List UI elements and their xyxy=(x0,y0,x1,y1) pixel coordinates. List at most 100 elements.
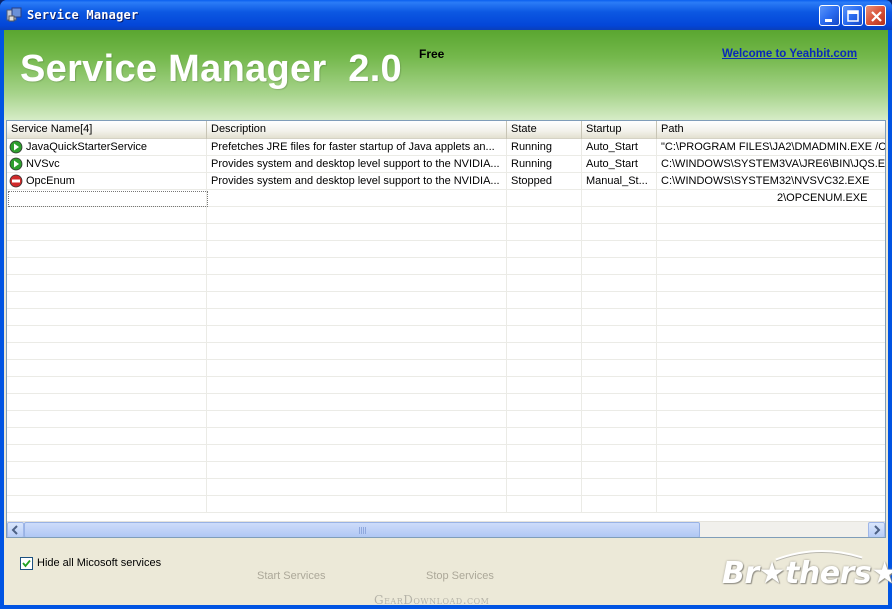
cell-state xyxy=(507,360,582,377)
cell-startup xyxy=(582,190,657,207)
cell-state xyxy=(507,411,582,428)
cell-state: Running xyxy=(507,139,582,156)
cell-startup xyxy=(582,241,657,258)
scroll-grip-icon xyxy=(359,527,367,534)
cell-description xyxy=(207,190,507,207)
cell-description: Provides system and desktop level suppor… xyxy=(207,156,507,173)
cell-description xyxy=(207,377,507,394)
table-row[interactable] xyxy=(7,462,885,479)
cell-startup xyxy=(582,479,657,496)
cell-startup: Auto_Start xyxy=(582,156,657,173)
app-window: Service Manager Service Manager 2.0 Free… xyxy=(0,0,892,609)
cell-path xyxy=(657,462,885,479)
cell-startup xyxy=(582,394,657,411)
cell-state xyxy=(507,258,582,275)
table-row[interactable] xyxy=(7,207,885,224)
table-row[interactable] xyxy=(7,275,885,292)
table-row[interactable] xyxy=(7,377,885,394)
minimize-button[interactable] xyxy=(819,5,840,26)
cell-service-name xyxy=(7,275,207,292)
cell-description xyxy=(207,428,507,445)
checkmark-icon xyxy=(22,559,31,568)
cell-state xyxy=(507,309,582,326)
cell-startup xyxy=(582,258,657,275)
cell-service-name xyxy=(7,224,207,241)
table-row[interactable] xyxy=(7,428,885,445)
table-row[interactable] xyxy=(7,496,885,513)
horizontal-scrollbar[interactable] xyxy=(7,521,885,537)
cell-description xyxy=(207,479,507,496)
cell-startup xyxy=(582,343,657,360)
table-row[interactable] xyxy=(7,292,885,309)
cell-startup xyxy=(582,411,657,428)
list-header: Service Name[4] Description State Startu… xyxy=(7,121,885,139)
start-services-button[interactable]: Start Services xyxy=(257,570,325,582)
cell-state: Stopped xyxy=(507,173,582,190)
table-row[interactable] xyxy=(7,258,885,275)
cell-state-text: Running xyxy=(511,158,552,170)
column-header-path[interactable]: Path xyxy=(657,121,885,139)
hide-microsoft-services-checkbox[interactable] xyxy=(20,557,33,570)
table-row[interactable]: JavaQuickStarterService Prefetches JRE fi… xyxy=(7,139,885,156)
scroll-thumb[interactable] xyxy=(24,522,700,537)
column-header-state[interactable]: State xyxy=(507,121,582,139)
client-area: Service Manager 2.0 Free Welcome to Yeah… xyxy=(4,30,892,607)
cell-path xyxy=(657,224,885,241)
table-row[interactable]: OpcEnum Provides system and desktop level… xyxy=(7,173,885,190)
column-header-startup[interactable]: Startup xyxy=(582,121,657,139)
close-button[interactable] xyxy=(865,5,886,26)
table-row[interactable] xyxy=(7,326,885,343)
cell-path xyxy=(657,394,885,411)
cell-service-name-text: OpcEnum xyxy=(26,175,75,187)
table-row[interactable] xyxy=(7,445,885,462)
title-bar[interactable]: Service Manager xyxy=(0,0,892,30)
cell-path: 2\OPCENUM.EXE xyxy=(657,190,885,207)
minimize-icon xyxy=(825,19,832,22)
cell-state xyxy=(507,343,582,360)
cell-service-name xyxy=(7,462,207,479)
cell-state xyxy=(507,326,582,343)
list-body: JavaQuickStarterService Prefetches JRE fi… xyxy=(7,139,885,521)
running-status-icon xyxy=(9,157,23,171)
hide-microsoft-services-label: Hide all Micosoft services xyxy=(37,557,162,569)
cell-service-name xyxy=(7,479,207,496)
table-row[interactable] xyxy=(7,360,885,377)
maximize-button[interactable] xyxy=(842,5,863,26)
cell-description: Prefetches JRE files for faster startup … xyxy=(207,139,507,156)
cell-path xyxy=(657,343,885,360)
table-row[interactable] xyxy=(7,309,885,326)
table-row[interactable] xyxy=(7,411,885,428)
brothersoft-watermark: Br★thers★ft xyxy=(722,556,892,591)
scroll-left-button[interactable] xyxy=(7,522,24,537)
table-row[interactable] xyxy=(7,394,885,411)
table-row[interactable]: 2\OPCENUM.EXE xyxy=(7,190,885,207)
cell-startup-text: Auto_Start xyxy=(586,141,638,153)
cell-path xyxy=(657,411,885,428)
column-header-description[interactable]: Description xyxy=(207,121,507,139)
cell-startup xyxy=(582,445,657,462)
cell-service-name xyxy=(7,428,207,445)
cell-description-text: Provides system and desktop level suppor… xyxy=(211,158,500,170)
cell-path xyxy=(657,428,885,445)
cell-service-name xyxy=(7,360,207,377)
table-row[interactable] xyxy=(7,241,885,258)
website-link[interactable]: Welcome to Yeahbit.com xyxy=(722,48,857,60)
cell-path xyxy=(657,275,885,292)
cell-service-name xyxy=(7,190,207,207)
scroll-right-button[interactable] xyxy=(868,522,885,537)
running-status-icon xyxy=(9,140,23,154)
cell-path xyxy=(657,360,885,377)
table-row[interactable] xyxy=(7,224,885,241)
cell-state xyxy=(507,445,582,462)
services-list[interactable]: Service Name[4] Description State Startu… xyxy=(6,120,886,538)
table-row[interactable] xyxy=(7,479,885,496)
stop-services-button[interactable]: Stop Services xyxy=(426,570,494,582)
cell-path: C:\WINDOWS\SYSTEM3VA\JRE6\BIN\JQS.EXE" xyxy=(657,156,885,173)
cell-startup: Manual_St... xyxy=(582,173,657,190)
hide-microsoft-services-toggle[interactable]: Hide all Micosoft services xyxy=(20,557,161,570)
cell-description xyxy=(207,326,507,343)
table-row[interactable]: NVSvc Provides system and desktop level s… xyxy=(7,156,885,173)
table-row[interactable] xyxy=(7,343,885,360)
window-title: Service Manager xyxy=(27,8,139,22)
column-header-service-name[interactable]: Service Name[4] xyxy=(7,121,207,139)
